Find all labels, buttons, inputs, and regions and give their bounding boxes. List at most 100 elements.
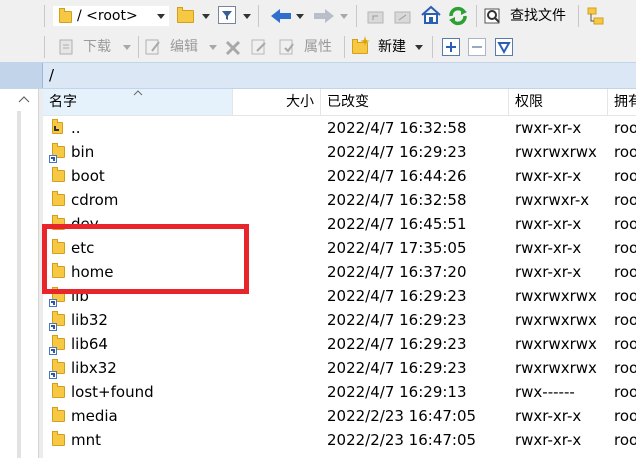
- folder-icon: [52, 431, 65, 446]
- file-permissions: rwxr-xr-x: [515, 431, 582, 449]
- path-combo[interactable]: / <root>: [53, 6, 169, 26]
- open-folder-button[interactable]: [176, 6, 194, 24]
- folder-icon: [52, 407, 65, 422]
- chevron-down-icon[interactable]: [415, 45, 423, 50]
- forward-arrow-icon[interactable]: [312, 7, 336, 25]
- directory-tree-pane[interactable]: [0, 89, 39, 458]
- toolbar-separator: [344, 36, 345, 58]
- table-row[interactable]: boot 2022/4/7 16:44:26 rwxr-xr-x root: [43, 164, 636, 188]
- properties-label: 属性: [304, 39, 332, 55]
- table-row[interactable]: media 2022/2/23 16:47:05 rwxr-xr-x root: [43, 404, 636, 428]
- home-icon[interactable]: [420, 5, 442, 25]
- sort-ascending-icon: [133, 90, 143, 96]
- column-header-modified[interactable]: 已改变: [321, 89, 509, 115]
- properties-button[interactable]: 属性: [276, 36, 340, 58]
- edit-button[interactable]: 编辑: [142, 36, 218, 58]
- folder-icon: [52, 383, 65, 398]
- file-owner: root: [614, 191, 636, 209]
- chevron-down-icon[interactable]: [157, 14, 165, 19]
- folder-icon: [52, 191, 65, 206]
- filter-select-button[interactable]: [495, 38, 513, 56]
- open-folder-icon: [177, 7, 194, 23]
- tree-view-icon[interactable]: [586, 6, 608, 26]
- toolbar-top: / <root> 查找文件: [0, 0, 636, 32]
- annotation-highlight-box: [42, 224, 249, 294]
- file-modified: 2022/4/7 16:29:23: [327, 335, 467, 353]
- download-button[interactable]: 下载: [55, 36, 133, 58]
- filter-icon: [222, 11, 232, 20]
- rename-icon[interactable]: [250, 38, 268, 56]
- back-arrow-icon[interactable]: [269, 7, 293, 25]
- plus-icon: [446, 42, 456, 52]
- file-owner: root: [614, 383, 636, 401]
- shortcut-arrow-icon: [49, 323, 57, 331]
- file-modified: 2022/4/7 16:32:58: [327, 119, 467, 137]
- column-header-name[interactable]: 名字: [43, 89, 233, 115]
- file-list-header: 名字 大小 已改变 权限 拥有: [43, 89, 636, 116]
- file-owner: root: [614, 287, 636, 305]
- refresh-icon[interactable]: [447, 5, 469, 27]
- table-row[interactable]: lost+found 2022/4/7 16:29:13 rwx------ root: [43, 380, 636, 404]
- toolbar-separator: [432, 36, 433, 58]
- column-header-owner[interactable]: 拥有: [608, 89, 636, 115]
- table-row[interactable]: cdrom 2022/4/7 16:32:58 rwxrwxr-x root: [43, 188, 636, 212]
- chevron-down-icon[interactable]: [340, 14, 348, 19]
- file-name: cdrom: [71, 191, 119, 209]
- file-permissions: rwxr-xr-x: [515, 119, 582, 137]
- file-owner: root: [614, 431, 636, 449]
- file-name: boot: [71, 167, 105, 185]
- chevron-down-icon[interactable]: [123, 45, 131, 50]
- shortcut-arrow-icon: [49, 155, 57, 163]
- filter-button[interactable]: [218, 6, 236, 24]
- new-button[interactable]: 新建: [349, 36, 425, 58]
- select-all-button[interactable]: [442, 38, 460, 56]
- file-modified: 2022/4/7 16:29:23: [327, 311, 467, 329]
- file-name: bin: [71, 143, 95, 161]
- parent-directory-icon[interactable]: [366, 7, 386, 25]
- find-files-icon: [484, 8, 500, 24]
- column-header-size[interactable]: 大小: [233, 89, 321, 115]
- toolbar-separator: [44, 5, 45, 27]
- root-directory-icon[interactable]: [393, 7, 413, 25]
- current-path: /: [49, 66, 55, 84]
- column-header-permissions[interactable]: 权限: [509, 89, 608, 115]
- file-owner: root: [614, 143, 636, 161]
- chevron-down-icon[interactable]: [243, 14, 251, 19]
- table-row[interactable]: libx32 2022/4/7 16:29:23 rwxrwxrwx root: [43, 356, 636, 380]
- folder-icon: [52, 167, 65, 182]
- toolbar-separator: [138, 36, 139, 58]
- column-header-modified-label: 已改变: [327, 94, 369, 110]
- chevron-down-icon[interactable]: [209, 45, 217, 50]
- path-combo-value: / <root>: [77, 8, 138, 24]
- tree-scrollbar[interactable]: [17, 111, 21, 458]
- table-row[interactable]: bin 2022/4/7 16:29:23 rwxrwxrwx root: [43, 140, 636, 164]
- chevron-down-icon[interactable]: [296, 14, 304, 19]
- shortcut-arrow-icon: [49, 299, 57, 307]
- toolbar-separator: [44, 36, 45, 58]
- table-row[interactable]: mnt 2022/2/23 16:47:05 rwxr-xr-x root: [43, 428, 636, 452]
- chevron-down-icon[interactable]: [202, 14, 210, 19]
- column-header-size-label: 大小: [286, 94, 314, 110]
- file-owner: root: [614, 263, 636, 281]
- sparkle-icon: [360, 36, 370, 46]
- file-permissions: rwxrwxrwx: [515, 359, 597, 377]
- file-permissions: rwxr-xr-x: [515, 167, 582, 185]
- column-header-permissions-label: 权限: [515, 94, 543, 110]
- table-row[interactable]: lib32 2022/4/7 16:29:23 rwxrwxrwx root: [43, 308, 636, 332]
- find-files-label: 查找文件: [510, 8, 566, 24]
- collapse-chevron-icon[interactable]: [17, 94, 31, 104]
- filter-select-icon: [497, 42, 511, 55]
- delete-icon[interactable]: [224, 39, 242, 57]
- table-row[interactable]: .. 2022/4/7 16:32:58 rwxr-xr-x root: [43, 116, 636, 140]
- minus-icon: [472, 46, 482, 48]
- find-files-button[interactable]: 查找文件: [482, 5, 576, 27]
- file-modified: 2022/4/7 16:37:20: [327, 263, 467, 281]
- properties-icon: [279, 39, 294, 55]
- file-owner: root: [614, 119, 636, 137]
- deselect-button[interactable]: [468, 38, 486, 56]
- table-row[interactable]: lib64 2022/4/7 16:29:23 rwxrwxrwx root: [43, 332, 636, 356]
- column-header-owner-label: 拥有: [614, 94, 636, 110]
- file-owner: root: [614, 311, 636, 329]
- file-owner: root: [614, 359, 636, 377]
- path-field[interactable]: /: [42, 63, 636, 88]
